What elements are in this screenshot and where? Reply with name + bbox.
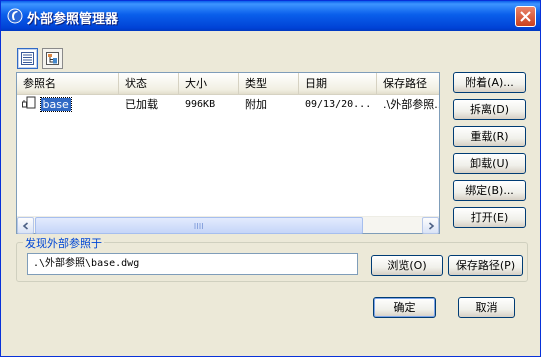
grip-icon — [194, 223, 203, 229]
bind-button[interactable]: 绑定(B)... — [453, 180, 526, 201]
ok-button[interactable]: 确定 — [373, 297, 436, 318]
column-header-name[interactable]: 参照名 — [17, 73, 119, 95]
xref-list[interactable]: 参照名 状态 大小 类型 日期 保存路径 base 已加载 996KB 附加 0… — [16, 72, 440, 234]
tree-view-icon — [46, 52, 59, 65]
save-path-button[interactable]: 保存路径(P) — [448, 255, 523, 276]
app-icon — [7, 8, 23, 24]
detach-button[interactable]: 拆离(D) — [453, 99, 526, 120]
close-icon — [520, 11, 531, 22]
row-type: 附加 — [245, 98, 267, 111]
scroll-left-button[interactable] — [17, 217, 34, 234]
xref-manager-dialog: 外部参照管理器 参照名 状态 大小 类型 日期 保存路径 base 已加载 99… — [0, 0, 541, 357]
cancel-button[interactable]: 取消 — [458, 297, 515, 318]
scroll-right-button[interactable] — [422, 217, 439, 234]
column-header-type[interactable]: 类型 — [239, 73, 299, 95]
attach-button[interactable]: 附着(A)... — [453, 72, 526, 93]
found-at-label: 发现外部参照于 — [23, 235, 104, 251]
column-header-path[interactable]: 保存路径 — [377, 73, 439, 95]
browse-button[interactable]: 浏览(O) — [371, 255, 443, 276]
row-name-cell[interactable]: base — [21, 96, 119, 113]
tree-view-button[interactable] — [42, 48, 63, 69]
unload-button[interactable]: 卸载(U) — [453, 153, 526, 174]
chevron-right-icon — [428, 222, 435, 230]
table-row[interactable]: base 已加载 996KB 附加 09/13/20... .\外部参照... — [17, 96, 439, 113]
reload-button[interactable]: 重载(R) — [453, 126, 526, 147]
attached-xref-icon — [22, 96, 36, 109]
close-button[interactable] — [515, 6, 536, 27]
window-title: 外部参照管理器 — [27, 12, 119, 27]
row-size: 996KB — [185, 99, 216, 110]
column-header-status[interactable]: 状态 — [119, 73, 179, 95]
column-header-size[interactable]: 大小 — [179, 73, 239, 95]
horizontal-scrollbar[interactable] — [17, 216, 439, 234]
list-header: 参照名 状态 大小 类型 日期 保存路径 — [17, 73, 439, 95]
scroll-thumb[interactable] — [35, 217, 363, 234]
open-button[interactable]: 打开(E) — [453, 207, 526, 228]
list-view-button[interactable] — [17, 48, 38, 69]
row-date: 09/13/20... — [305, 99, 372, 110]
row-name: base — [39, 97, 72, 112]
row-status: 已加载 — [125, 98, 158, 111]
chevron-left-icon — [22, 222, 29, 230]
title-bar[interactable]: 外部参照管理器 — [1, 1, 540, 31]
list-view-icon — [21, 52, 34, 65]
found-at-path-field[interactable]: .\外部参照\base.dwg — [27, 253, 358, 275]
column-header-date[interactable]: 日期 — [299, 73, 377, 95]
row-path: .\外部参照... — [383, 98, 439, 111]
